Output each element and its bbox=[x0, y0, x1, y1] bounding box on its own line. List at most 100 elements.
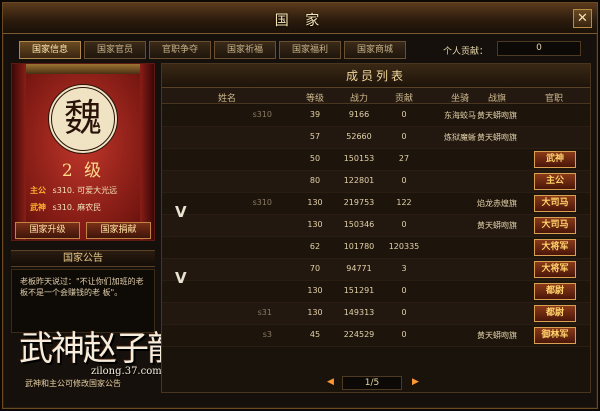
member-level: 80 bbox=[309, 176, 321, 185]
contribution-value: 0 bbox=[497, 41, 581, 56]
member-row[interactable]: 62 101780 120335 大将军 bbox=[162, 237, 590, 259]
header-rank: 官职 bbox=[544, 94, 563, 104]
header-flag: 战旗 bbox=[487, 94, 506, 104]
member-level: 50 bbox=[309, 154, 321, 163]
nation-seal: 魏 bbox=[48, 84, 118, 154]
curtain-left bbox=[12, 64, 26, 240]
member-list-title: 成员列表 bbox=[162, 64, 590, 88]
member-row[interactable]: 130 150346 0 黄天蟒吻旗 大司马 bbox=[162, 215, 590, 237]
rank-badge[interactable]: 大司马 bbox=[534, 195, 576, 212]
rank-badge[interactable]: 主公 bbox=[534, 173, 576, 190]
member-power: 150346 bbox=[343, 220, 375, 229]
v-marker: V bbox=[175, 269, 187, 287]
nation-window: 国 家 ✕ 国家信息 国家官员 官职争夺 国家祈福 国家福利 国家商城 个人贡献… bbox=[2, 2, 598, 409]
v-marker: V bbox=[175, 203, 187, 221]
member-power: 224529 bbox=[343, 330, 375, 339]
window-title: 国 家 bbox=[274, 13, 326, 29]
member-power: 150153 bbox=[343, 154, 375, 163]
member-flag: 黄天蟒吻旗 bbox=[477, 221, 517, 230]
member-level: 57 bbox=[309, 132, 321, 141]
member-power: 101780 bbox=[343, 242, 375, 251]
leader-name: s310. 可爱大光远 bbox=[52, 186, 118, 195]
member-contribution: 0 bbox=[401, 286, 407, 295]
member-contribution: 3 bbox=[401, 264, 407, 273]
announcement-footer: 武神和主公可修改国家公告 bbox=[25, 379, 121, 388]
member-power: 9166 bbox=[348, 110, 370, 119]
member-contribution: 0 bbox=[401, 132, 407, 141]
member-row[interactable]: s310 130 219753 122 焰龙赤煌旗 大司马 bbox=[162, 193, 590, 215]
member-name: s3 bbox=[262, 330, 272, 339]
member-name: s310 bbox=[252, 198, 272, 207]
leader-lord: 主公 s310. 可爱大光远 bbox=[30, 185, 117, 196]
member-level: 39 bbox=[309, 110, 321, 119]
member-level: 70 bbox=[309, 264, 321, 273]
member-level: 130 bbox=[307, 286, 323, 295]
next-page-button[interactable]: ▶ bbox=[410, 376, 421, 388]
member-power: 94771 bbox=[346, 264, 372, 273]
tab-nation-shop[interactable]: 国家商城 bbox=[344, 41, 406, 59]
page-indicator: 1/5 bbox=[342, 376, 402, 390]
member-flag: 黄天蟒吻旗 bbox=[477, 331, 517, 340]
nation-upgrade-button[interactable]: 国家升级 bbox=[15, 222, 80, 239]
nation-donate-button[interactable]: 国家捐献 bbox=[86, 222, 151, 239]
member-table-header: 姓名 等级 战力 贡献 坐骑 战旗 官职 bbox=[162, 88, 590, 104]
header-contribution: 贡献 bbox=[394, 94, 413, 104]
member-contribution: 27 bbox=[398, 154, 410, 163]
nation-level: 2 级 bbox=[61, 161, 105, 181]
member-contribution: 0 bbox=[401, 308, 407, 317]
member-level: 130 bbox=[307, 308, 323, 317]
member-row[interactable]: s31 130 149313 0 都尉 bbox=[162, 303, 590, 325]
rank-badge[interactable]: 大司马 bbox=[534, 217, 576, 234]
rank-badge[interactable]: 都尉 bbox=[534, 283, 576, 300]
header-level: 等级 bbox=[305, 94, 324, 104]
member-level: 62 bbox=[309, 242, 321, 251]
prev-page-button[interactable]: ◀ bbox=[325, 376, 336, 388]
leader-name: s310. 麻农民 bbox=[52, 203, 102, 212]
member-power: 122801 bbox=[343, 176, 375, 185]
member-power: 219753 bbox=[343, 198, 375, 207]
member-contribution: 0 bbox=[401, 330, 407, 339]
tab-office-contest[interactable]: 官职争夺 bbox=[149, 41, 211, 59]
curtain-right bbox=[140, 64, 154, 240]
rank-badge[interactable]: 武神 bbox=[534, 151, 576, 168]
contribution-label: 个人贡献： bbox=[443, 47, 489, 57]
member-level: 130 bbox=[307, 198, 323, 207]
member-contribution: 0 bbox=[401, 220, 407, 229]
leader-role: 主公 bbox=[30, 186, 46, 195]
member-flag: 焰龙赤煌旗 bbox=[477, 199, 517, 208]
member-contribution: 0 bbox=[401, 110, 407, 119]
member-contribution: 0 bbox=[401, 176, 407, 185]
tab-nation-prayer[interactable]: 国家祈福 bbox=[214, 41, 276, 59]
header-power: 战力 bbox=[349, 94, 368, 104]
member-row[interactable]: s310 39 9166 0 东海蛟马 黄天蟒吻旗 bbox=[162, 105, 590, 127]
member-power: 52660 bbox=[346, 132, 372, 141]
header-name: 姓名 bbox=[217, 94, 236, 104]
member-row[interactable]: 130 151291 0 都尉 bbox=[162, 281, 590, 303]
leader-war-god: 武神 s310. 麻农民 bbox=[30, 202, 101, 213]
member-power: 151291 bbox=[343, 286, 375, 295]
member-power: 149313 bbox=[343, 308, 375, 317]
rank-badge[interactable]: 都尉 bbox=[534, 305, 576, 322]
member-flag: 黄天蟒吻旗 bbox=[477, 133, 517, 142]
leader-role: 武神 bbox=[30, 203, 46, 212]
member-name: s31 bbox=[257, 308, 272, 317]
member-row[interactable]: 70 94771 3 大将军 bbox=[162, 259, 590, 281]
member-flag: 黄天蟒吻旗 bbox=[477, 111, 517, 120]
member-row[interactable]: s3 45 224529 0 黄天蟒吻旗 御林军 bbox=[162, 325, 590, 347]
rank-badge[interactable]: 大将军 bbox=[534, 261, 576, 278]
rank-badge[interactable]: 御林军 bbox=[534, 327, 576, 344]
tab-nation-info[interactable]: 国家信息 bbox=[19, 41, 81, 59]
banner-rod bbox=[12, 64, 154, 74]
tab-nation-officials[interactable]: 国家官员 bbox=[84, 41, 146, 59]
member-row[interactable]: 57 52660 0 炼狱魔蜥 黄天蟒吻旗 bbox=[162, 127, 590, 149]
tab-nation-welfare[interactable]: 国家福利 bbox=[279, 41, 341, 59]
nation-banner: 魏 2 级 主公 s310. 可爱大光远 武神 s310. 麻农民 bbox=[11, 63, 155, 241]
tab-bar: 国家信息 国家官员 官职争夺 国家祈福 国家福利 国家商城 bbox=[19, 41, 406, 59]
title-bar: 国 家 ✕ bbox=[3, 3, 597, 34]
rank-badge[interactable]: 大将军 bbox=[534, 239, 576, 256]
member-row[interactable]: 80 122801 0 主公 bbox=[162, 171, 590, 193]
close-button[interactable]: ✕ bbox=[573, 9, 592, 28]
member-level: 45 bbox=[309, 330, 321, 339]
member-level: 130 bbox=[307, 220, 323, 229]
member-row[interactable]: 50 150153 27 武神 bbox=[162, 149, 590, 171]
